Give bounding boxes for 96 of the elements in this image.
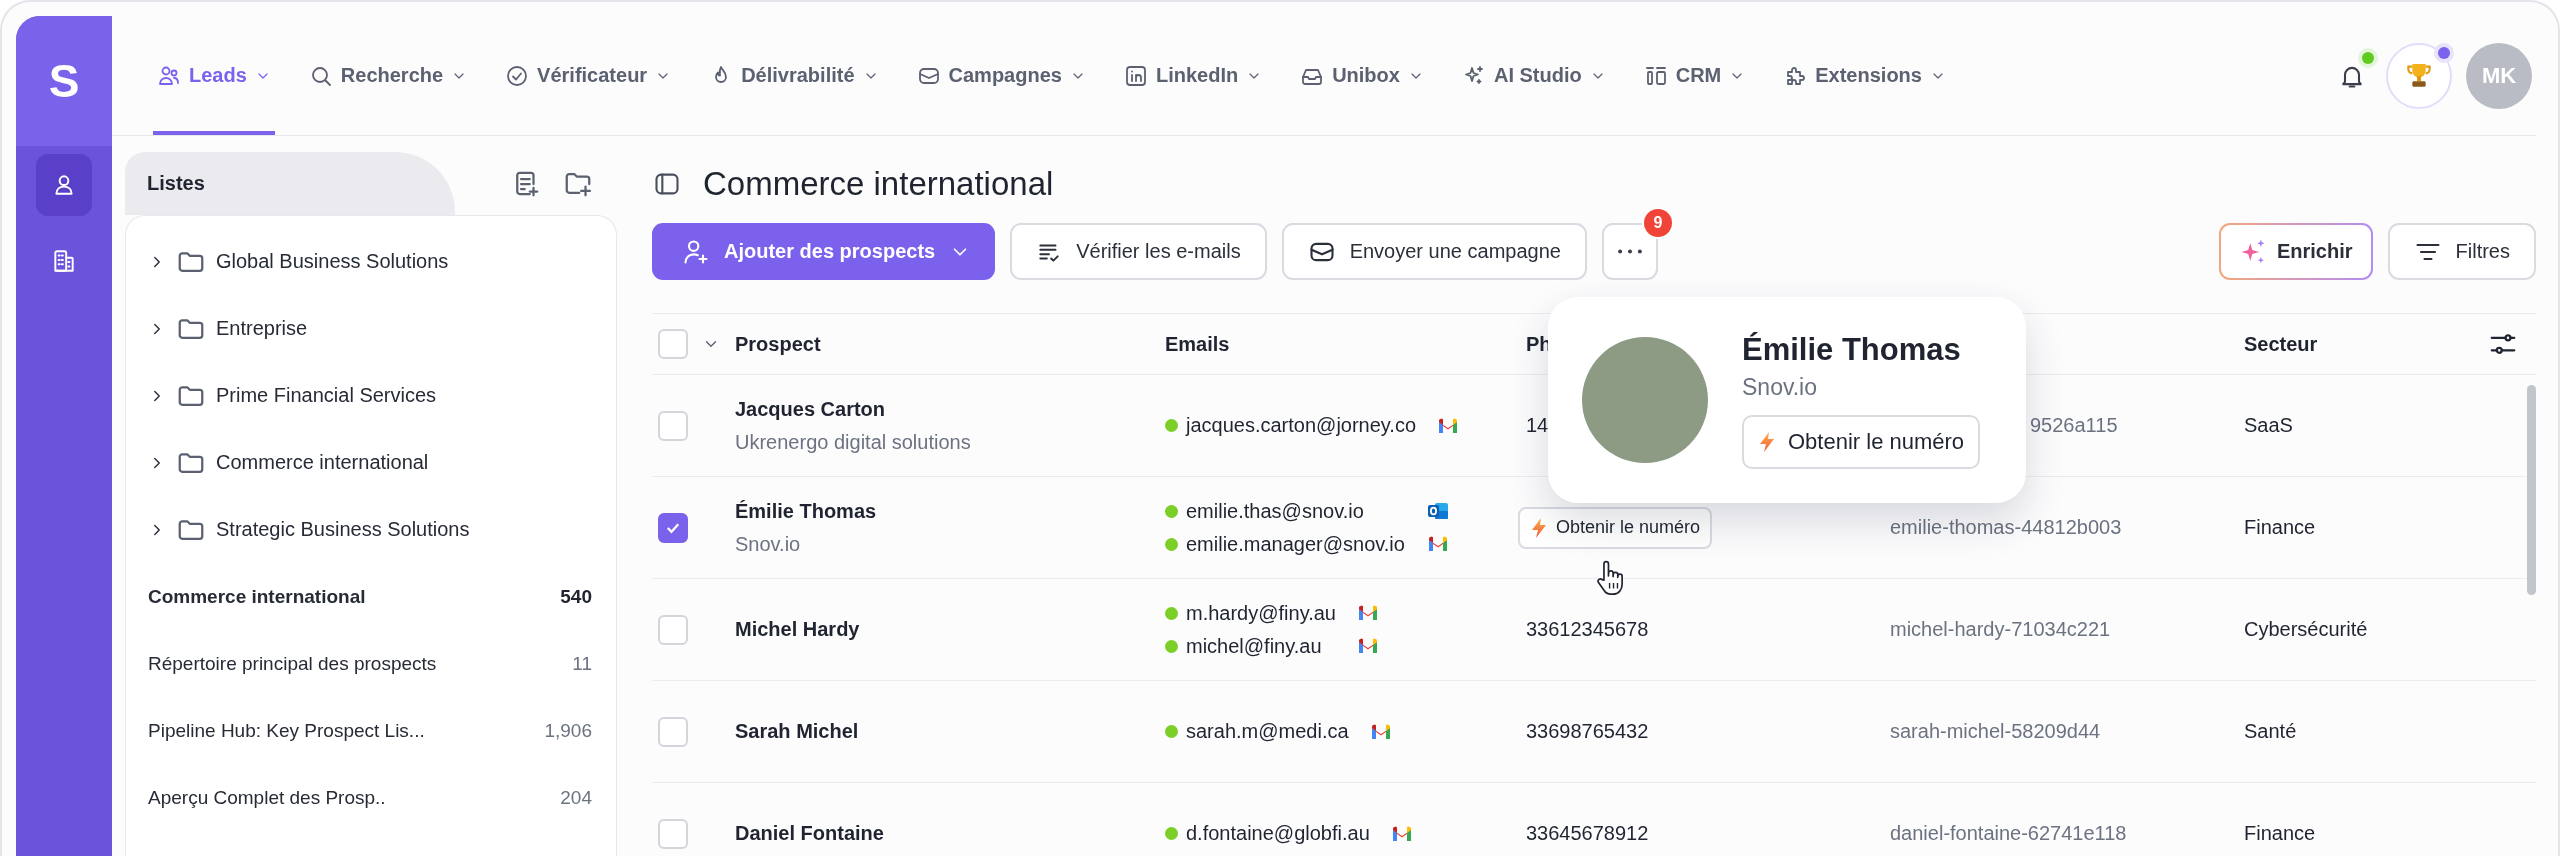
nav-tab[interactable]: Leads [153, 16, 275, 135]
email-address: emilie.manager@snov.io [1186, 532, 1405, 556]
email-address: jacques.carton@jorney.co [1186, 414, 1417, 437]
in-square-icon [1123, 63, 1148, 88]
list-item[interactable]: Aperçu Complet des Prosp.. 204 [126, 764, 616, 831]
email-address: m.hardy@finy.au [1186, 601, 1336, 625]
list-item[interactable]: Répertoire principal des prospects 11 [126, 630, 616, 697]
list-count: 11 [572, 652, 592, 675]
m-logo-icon [1358, 605, 1378, 621]
list-name: Pipeline Hub: Key Prospect Lis... [148, 719, 425, 742]
email-address: sarah.m@medi.ca [1186, 720, 1349, 743]
folder-item[interactable]: Commerce international [126, 429, 616, 496]
list-count: 1,906 [544, 719, 592, 742]
prospect-name: Jacques Carton [735, 397, 887, 421]
check-circle-icon [505, 63, 530, 88]
prospect-name: Michel Hardy [735, 618, 861, 641]
page-title: Commerce international [703, 164, 1054, 203]
nav-tab[interactable]: Campagnes [912, 16, 1090, 135]
folder-item[interactable]: Global Business Solutions [126, 228, 616, 295]
linkedin-handle: sarah-michel-58209d44 [1890, 720, 2102, 743]
email-address: emilie.thas@snov.io [1186, 499, 1364, 523]
nav-tab[interactable]: Unibox [1296, 16, 1428, 135]
company-name: Ukrenergo digital solutions [735, 430, 972, 454]
column-header: Prospect [735, 332, 822, 356]
phone-number: 33612345678 [1526, 618, 1649, 640]
sector-name: Finance [2244, 822, 2317, 845]
profile-company: Snov.io [1742, 373, 1818, 401]
send-campaign-button[interactable]: Envoyer une campagne [1281, 223, 1587, 280]
rail-tab[interactable] [36, 154, 92, 216]
status-dot [1165, 537, 1178, 551]
phone-number: 33698765432 [1526, 720, 1649, 742]
nav-tab[interactable]: CRM [1639, 16, 1750, 135]
linkedin-handle: daniel-fontaine-62741e118 [1890, 822, 2128, 845]
nav-tab[interactable]: Délivrabilité [705, 16, 883, 135]
filters-button[interactable]: Filtres [2387, 223, 2536, 280]
folder-item[interactable]: Prime Financial Services [126, 362, 616, 429]
enrich-button[interactable]: Enrichir [2218, 223, 2373, 280]
scrollbar-thumb[interactable] [2527, 385, 2536, 595]
status-dot [1165, 606, 1178, 620]
folder-item[interactable]: Entreprise [126, 295, 616, 362]
status-dot [1165, 725, 1178, 738]
linkedin-handle: 9526a115 [2029, 414, 2119, 437]
status-dot [1165, 639, 1178, 653]
o-logo-icon [1426, 501, 1449, 521]
lightning-icon [1758, 430, 1776, 453]
list-name: Aperçu Complet des Prosp.. [148, 786, 386, 809]
nav-tab[interactable]: Vérificateur [501, 16, 676, 135]
status-dot [1165, 827, 1178, 840]
list-item[interactable]: Commerce international 540 [126, 563, 616, 630]
prospect-name: Daniel Fontaine [735, 822, 885, 845]
linkedin-handle: michel-hardy-71034c221 [1890, 618, 2112, 641]
email-address: michel@finy.au [1186, 634, 1322, 658]
nav-tab[interactable]: Extensions [1779, 16, 1950, 135]
status-dot [1165, 419, 1178, 432]
company-name: Snov.io [735, 532, 802, 556]
status-dot [1165, 504, 1178, 518]
logo-mark: S [16, 16, 112, 146]
prospect-name: Émilie Thomas [735, 499, 878, 523]
add-prospects-button[interactable]: Ajouter des prospects [652, 223, 996, 280]
phone-number: 14 [1526, 414, 1549, 436]
list-name: Répertoire principal des prospects [148, 652, 437, 675]
nav-tab[interactable]: AI Studio [1457, 16, 1610, 135]
row-checkbox[interactable] [658, 512, 688, 543]
sector-name: Cybersécurité [2244, 618, 2369, 641]
profile-name: Émilie Thomas [1742, 331, 1962, 368]
more-dots-icon [1617, 249, 1642, 254]
m-logo-icon [1358, 638, 1378, 654]
sector-name: Finance [2244, 516, 2317, 539]
verify-emails-button[interactable]: Vérifier les e-mails [1010, 223, 1267, 280]
get-number-button[interactable]: Obtenir le numéro [1518, 506, 1713, 549]
sector-name: SaaS [2244, 414, 2294, 437]
prospect-name: Sarah Michel [735, 720, 860, 743]
list-name: Commerce international [148, 585, 366, 608]
select-all-checkbox[interactable] [658, 329, 688, 359]
sector-name: Santé [2244, 720, 2298, 743]
lightning-icon [1530, 516, 1548, 539]
column-header: Secteur [2244, 332, 2318, 356]
m-logo-icon [1391, 825, 1412, 842]
folder-item[interactable]: Strategic Business Solutions [126, 496, 616, 563]
m-logo-icon [1370, 723, 1391, 740]
phone-number: 33645678912 [1526, 822, 1649, 844]
building-icon [51, 248, 77, 274]
get-number-button[interactable]: Obtenir le numéro [1742, 414, 1981, 469]
m-logo-icon [1438, 417, 1459, 434]
m-logo-icon [1427, 536, 1448, 552]
nav-tab[interactable]: LinkedIn [1119, 16, 1267, 135]
email-address: d.fontaine@globfi.au [1186, 822, 1370, 845]
list-panel-tab[interactable]: Listes [125, 152, 455, 215]
column-header: Emails [1165, 332, 1231, 356]
count-badge: 9 [1643, 209, 1672, 237]
list-count: 204 [560, 786, 592, 809]
list-item[interactable]: Pipeline Hub: Key Prospect Lis... 1,906 [126, 697, 616, 764]
list-count: 540 [560, 585, 592, 608]
person-plus-icon [682, 237, 710, 266]
linkedin-handle: emilie-thomas-44812b003 [1890, 516, 2123, 539]
nav-tab[interactable]: Recherche [304, 16, 472, 135]
